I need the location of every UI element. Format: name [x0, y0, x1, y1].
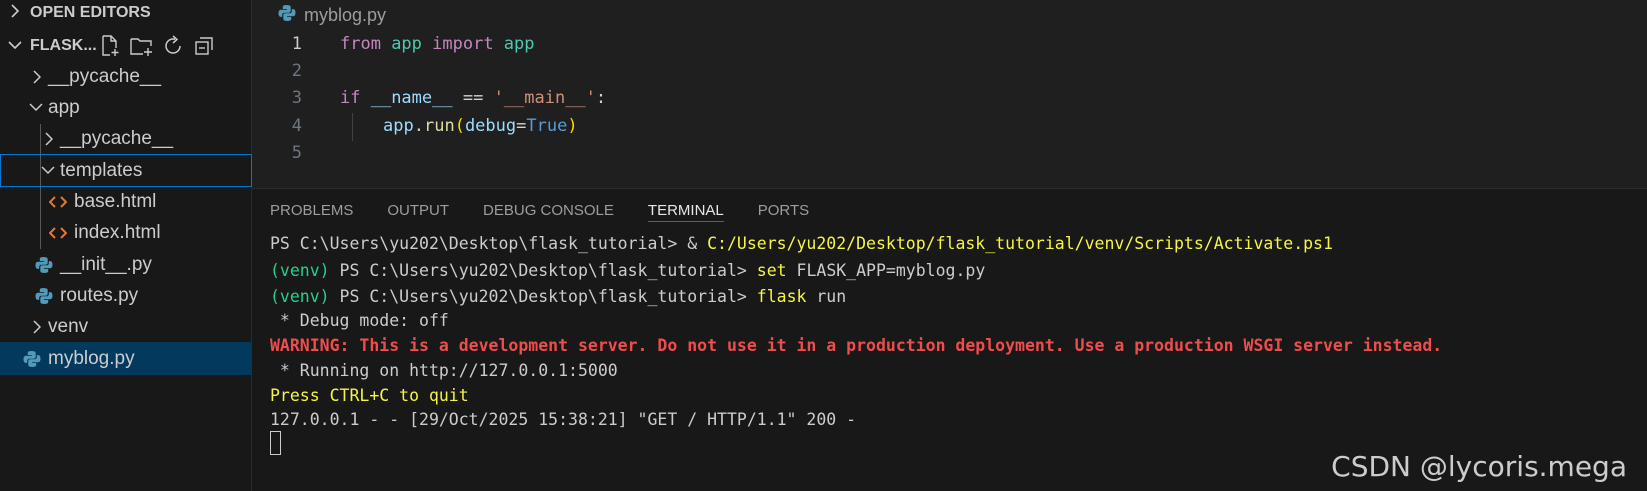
terminal-line: * Debug mode: off: [270, 311, 449, 330]
terminal-line: * Running on http://127.0.0.1:5000: [270, 361, 618, 380]
chevron-down-icon: [26, 103, 46, 112]
tab-ports[interactable]: PORTS: [758, 189, 809, 231]
collapse-all-icon[interactable]: [194, 35, 214, 57]
python-file-icon: [32, 287, 56, 305]
code-editor[interactable]: myblog.py 1 from app import app 2 3 if _…: [252, 0, 1647, 185]
tree-item-label: __pycache__: [60, 127, 174, 149]
code-line-5[interactable]: 5: [252, 139, 1647, 167]
python-file-icon: [278, 4, 296, 27]
python-file-icon: [20, 350, 44, 368]
tree-item-label: routes.py: [60, 284, 139, 306]
tree-file-index-html[interactable]: index.html: [0, 216, 252, 249]
code-text: from app import app: [340, 34, 535, 54]
tree-file-routes-py[interactable]: routes.py: [0, 279, 252, 312]
tab-problems[interactable]: PROBLEMS: [270, 189, 353, 231]
watermark: CSDN @lycoris.mega: [1331, 450, 1627, 483]
chevron-right-icon: [4, 3, 26, 23]
terminal-line: 127.0.0.1 - - [29/Oct/2025 15:38:21] "GE…: [270, 410, 857, 429]
html-file-icon: [46, 195, 70, 209]
tab-output[interactable]: OUTPUT: [387, 189, 449, 231]
refresh-icon[interactable]: [164, 35, 184, 57]
open-editors-label: OPEN EDITORS: [30, 4, 151, 21]
line-number: 1: [291, 34, 302, 54]
new-file-icon[interactable]: [100, 35, 120, 57]
code-line-2[interactable]: 2: [252, 57, 1647, 85]
tree-item-label: myblog.py: [48, 347, 135, 369]
code-text: app.run(debug=True): [383, 116, 578, 136]
python-file-icon: [32, 256, 56, 274]
tree-item-label: index.html: [74, 221, 161, 243]
line-number: 5: [291, 143, 302, 163]
chevron-right-icon: [38, 131, 58, 146]
chevron-down-icon: [4, 37, 26, 55]
code-line-3[interactable]: 3 if __name__ == '__main__':: [252, 84, 1647, 112]
tab-terminal[interactable]: TERMINAL: [647, 189, 724, 231]
tree-item-label: base.html: [74, 190, 157, 212]
chevron-down-icon: [38, 166, 58, 175]
terminal-warning-line: WARNING: This is a development server. D…: [270, 336, 1443, 355]
tree-item-label: venv: [48, 315, 89, 337]
code-line-1[interactable]: 1 from app import app: [252, 30, 1647, 58]
line-number: 4: [291, 116, 302, 136]
explorer-sidebar: OPEN EDITORS FLASK... __pycache__ app __…: [0, 0, 252, 491]
tree-folder-app[interactable]: app: [0, 91, 252, 124]
tree-item-label: __pycache__: [48, 65, 162, 87]
bottom-panel: PROBLEMS OUTPUT DEBUG CONSOLE TERMINAL P…: [252, 188, 1647, 491]
code-text: if __name__ == '__main__':: [340, 88, 607, 108]
tab-debug-console[interactable]: DEBUG CONSOLE: [483, 189, 614, 231]
terminal-line: Press CTRL+C to quit: [270, 386, 469, 405]
terminal-cursor[interactable]: [270, 431, 281, 455]
tree-file-myblog-py[interactable]: myblog.py: [0, 342, 252, 375]
workspace-label: FLASK...: [30, 37, 97, 54]
html-file-icon: [46, 226, 70, 240]
terminal-line: (venv) PS C:\Users\yu202\Desktop\flask_t…: [270, 287, 847, 306]
tree-folder-templates[interactable]: templates: [0, 154, 252, 187]
terminal-line: PS C:\Users\yu202\Desktop\flask_tutorial…: [270, 234, 1333, 253]
panel-tab-bar: PROBLEMS OUTPUT DEBUG CONSOLE TERMINAL P…: [252, 189, 825, 231]
terminal-line: (venv) PS C:\Users\yu202\Desktop\flask_t…: [270, 261, 986, 280]
editor-breadcrumb[interactable]: myblog.py: [278, 4, 386, 26]
tree-folder-pycache[interactable]: __pycache__: [0, 60, 252, 93]
tree-file-base-html[interactable]: base.html: [0, 185, 252, 218]
chevron-right-icon: [26, 319, 46, 334]
workspace-header[interactable]: FLASK...: [0, 33, 252, 59]
tree-folder-venv[interactable]: venv: [0, 310, 252, 343]
open-editors-header[interactable]: OPEN EDITORS: [0, 0, 252, 26]
tree-item-label: __init__.py: [60, 253, 152, 275]
new-folder-icon[interactable]: [130, 35, 154, 57]
line-number: 3: [291, 88, 302, 108]
chevron-right-icon: [26, 69, 46, 84]
tree-item-label: app: [48, 96, 80, 118]
line-number: 2: [291, 61, 302, 81]
tree-file-init-py[interactable]: __init__.py: [0, 248, 252, 281]
editor-file-name: myblog.py: [304, 4, 387, 25]
tree-item-label: templates: [60, 159, 143, 181]
tree-folder-app-pycache[interactable]: __pycache__: [0, 122, 252, 155]
code-line-4[interactable]: 4 app.run(debug=True): [252, 112, 1647, 140]
